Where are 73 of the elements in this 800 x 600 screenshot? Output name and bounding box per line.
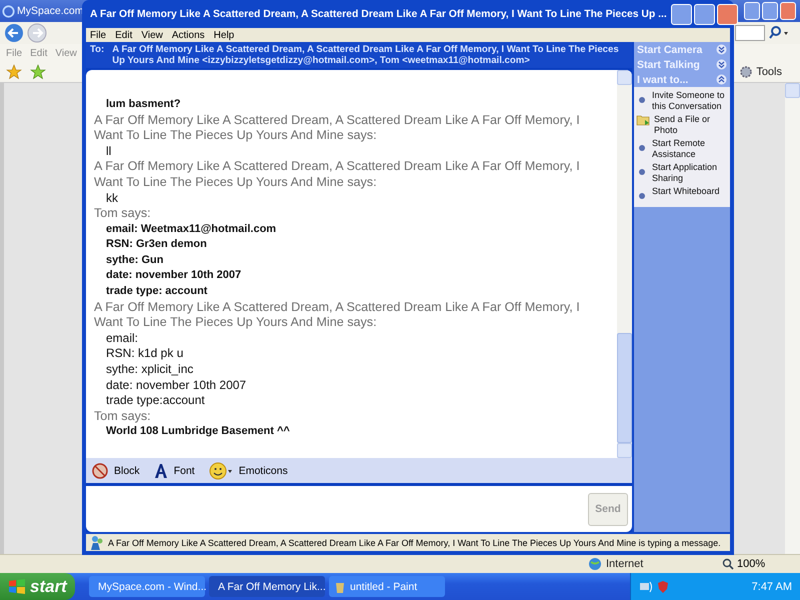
smiley-icon: [208, 462, 233, 480]
message-line: ll: [105, 144, 112, 160]
sender-line: A Far Off Memory Like A Scattered Dream, A Scattered Dream Like A Far Off Memory, I Want To Line The Pieces Up Yours And Mine says:: [94, 112, 581, 144]
message-line: sythe: Gun: [105, 252, 164, 268]
bullet-icon: [636, 166, 648, 178]
windows-logo-icon: [8, 578, 26, 594]
close-button[interactable]: [716, 4, 738, 24]
start-button[interactable]: start: [0, 573, 75, 600]
search-field[interactable]: [735, 25, 765, 41]
message-line: kk: [105, 190, 119, 206]
bullet-icon: [636, 142, 648, 154]
block-button[interactable]: Block: [92, 462, 140, 478]
window-title: A Far Off Memory Like A Scattered Dream, A Scattered Dream Like A Far Off Memory, I Want To Line The Pieces Up ...: [90, 8, 667, 20]
window-title: MySpace.com: [17, 5, 84, 17]
taskbar-button[interactable]: MySpace.com - Wind...: [89, 576, 205, 597]
message-line: lum basment?: [105, 96, 182, 112]
menu-item[interactable]: Help: [214, 30, 234, 40]
message-line: RSN: Gr3en demon: [105, 237, 208, 252]
block-icon: [92, 462, 108, 478]
bullet-icon: [636, 190, 648, 202]
letter-a-icon: [154, 462, 168, 478]
add-favorite-icon[interactable]: [30, 64, 46, 80]
network-icon[interactable]: [639, 580, 653, 594]
people-icon: [89, 534, 105, 550]
panel-link[interactable]: Start Whiteboard: [634, 185, 730, 203]
message-line: sythe: xplicit_inc: [105, 362, 194, 378]
sender-line: A Far Off Memory Like A Scattered Dream, A Scattered Dream Like A Far Off Memory, I Want To Line The Pieces Up Yours And Mine says:: [94, 159, 581, 190]
panel-link[interactable]: Send a File or Photo: [634, 113, 730, 137]
minimize-button[interactable]: [670, 4, 692, 24]
message-line: trade type:account: [105, 393, 206, 409]
panel-link[interactable]: Invite Someone to this Conversation: [634, 89, 730, 113]
panel-link[interactable]: Start Application Sharing: [634, 161, 730, 185]
menu-item[interactable]: View: [141, 30, 163, 40]
menu-item[interactable]: File: [90, 30, 106, 40]
emoticons-button[interactable]: Emoticons: [208, 462, 288, 480]
star-icon[interactable]: [6, 64, 22, 80]
magnifier-icon: [722, 558, 734, 570]
to-label: To:: [90, 44, 104, 57]
message-line: date: november 10th 2007: [105, 268, 242, 284]
message-line: trade type: account: [105, 284, 208, 300]
bullet-icon: [636, 94, 648, 106]
tools-button[interactable]: Tools: [739, 65, 782, 79]
gear-icon: [739, 65, 754, 79]
menu-item[interactable]: Actions: [172, 30, 205, 40]
message-line: World 108 Lumbridge Basement ^^: [105, 424, 291, 440]
scrollbar[interactable]: [617, 70, 632, 458]
clock: 7:47 AM: [752, 580, 792, 592]
sender-line: Tom says:: [94, 408, 152, 424]
typing-status: A Far Off Memory Like A Scattered Dream, A Scattered Dream Like A Far Off Memory, I Want To Line The Pieces Up Yours And Mine is typing a message.: [108, 538, 721, 548]
message-line: email: Weetmax11@hotmail.com: [105, 222, 278, 237]
recipients-text: A Far Off Memory Like A Scattered Dream, A Scattered Dream Like A Far Off Memory, I Want To Line The Pieces Up Yours And Mine <izzybizzyletsgetdizzy@hotmail.com>, Tom <weetmax11@hotmail.com>: [112, 44, 620, 66]
taskbar-button[interactable]: A Far Off Memory Lik...: [209, 576, 325, 597]
message-line: RSN: k1d pk u: [105, 346, 184, 362]
sender-line: A Far Off Memory Like A Scattered Dream, A Scattered Dream Like A Far Off Memory, I Want To Line The Pieces Up Yours And Mine says:: [94, 300, 581, 331]
globe-icon: [588, 557, 602, 571]
restore-button[interactable]: [762, 2, 778, 20]
minimize-button[interactable]: [744, 2, 760, 20]
zoom-level-button[interactable]: 100%: [722, 558, 766, 570]
message-line: date: november 10th 2007: [105, 378, 248, 394]
menu-item[interactable]: Edit: [115, 30, 132, 40]
maximize-button[interactable]: [694, 4, 715, 24]
message-line: email:: [105, 330, 140, 346]
sender-line: Tom says:: [94, 206, 152, 222]
close-button[interactable]: [780, 2, 796, 20]
security-zone-label: Internet: [606, 558, 644, 570]
chevron-icon: [716, 44, 727, 55]
folder-icon: [636, 114, 650, 126]
taskbar-button[interactable]: untitled - Paint: [329, 576, 445, 597]
font-button[interactable]: Font: [154, 462, 195, 478]
chevron-icon: [716, 59, 727, 70]
panel-link[interactable]: Start Remote Assistance: [634, 137, 730, 161]
browser-logo-icon: [2, 4, 15, 18]
chevron-icon: [716, 74, 727, 85]
